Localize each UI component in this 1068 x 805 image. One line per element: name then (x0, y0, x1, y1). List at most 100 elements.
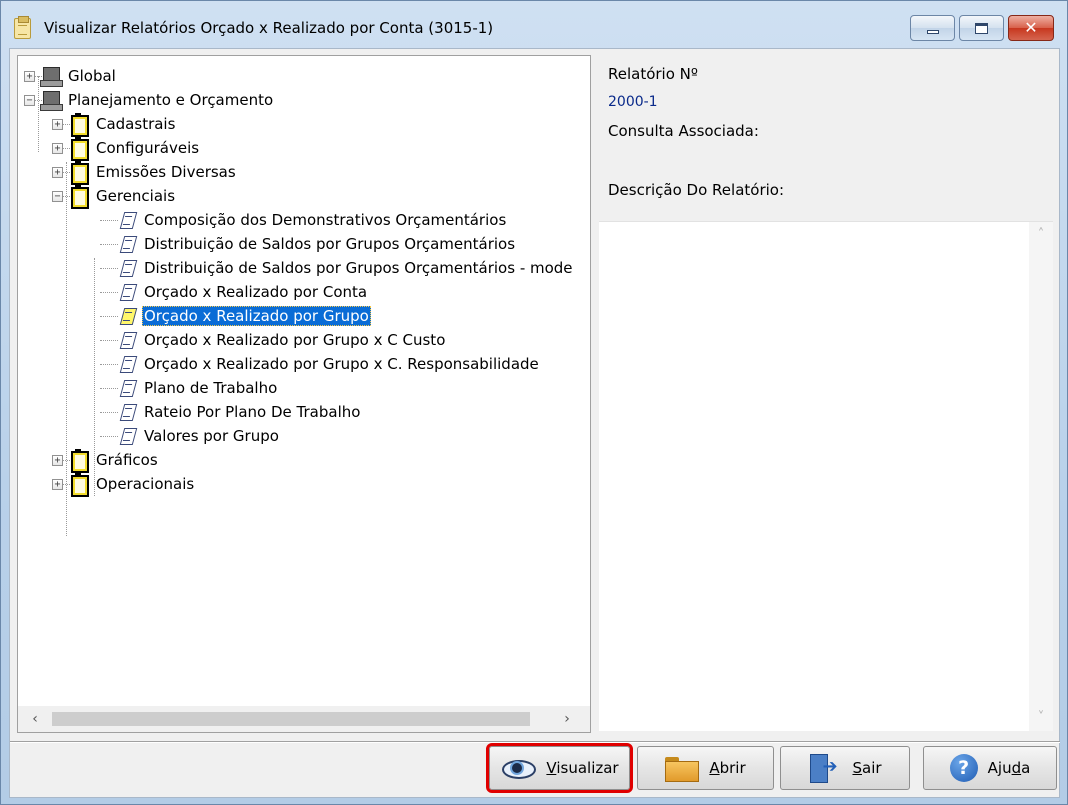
report-number-value: 2000-1 (608, 94, 658, 110)
tree-item-label: Distribuição de Saldos por Grupos Orçame… (144, 235, 516, 253)
tree-connector (100, 364, 118, 365)
folder-icon (665, 755, 700, 782)
scroll-right-icon[interactable]: › (558, 710, 576, 728)
tree-connector (100, 268, 118, 269)
report-icon (118, 426, 138, 446)
expand-icon[interactable]: + (52, 479, 63, 490)
sair-label: Sair (852, 759, 882, 777)
close-icon: ✕ (1024, 18, 1038, 37)
tree-item[interactable]: Orçado x Realizado por Grupo (118, 304, 371, 328)
exit-icon (808, 753, 842, 783)
clipboard-icon (68, 449, 90, 473)
tree-item[interactable]: Gráficos (68, 448, 160, 473)
tree-item[interactable]: Distribuição de Saldos por Grupos Orçame… (118, 232, 517, 256)
tree-item[interactable]: Orçado x Realizado por Grupo x C. Respon… (118, 352, 541, 376)
ajuda-label: Ajuda (987, 759, 1031, 777)
report-number-label: Relatório Nº (608, 65, 698, 83)
tree-item[interactable]: Rateio Por Plano De Trabalho (118, 400, 362, 424)
title-bar[interactable]: Visualizar Relatórios Orçado x Realizado… (1, 1, 1067, 53)
tree-item[interactable]: Emissões Diversas (68, 160, 238, 185)
tree-item[interactable]: Operacionais (68, 472, 196, 497)
tree-item-label: Global (68, 67, 116, 85)
clipboard-icon (68, 185, 90, 209)
ajuda-button[interactable]: ? Ajuda (923, 746, 1057, 790)
tree-item-label: Cadastrais (96, 115, 176, 133)
computer-icon (40, 66, 63, 87)
tree-item[interactable]: Global (40, 64, 118, 88)
tree-connector (100, 244, 118, 245)
report-icon (118, 210, 138, 230)
tree-item-label: Valores por Grupo (144, 427, 279, 445)
tree-guide-line (94, 258, 95, 496)
tree-item[interactable]: Gerenciais (68, 184, 177, 209)
tree-connector (100, 340, 118, 341)
tree-connector (100, 220, 118, 221)
scroll-left-icon[interactable]: ‹ (26, 710, 44, 728)
horizontal-scrollbar[interactable]: ‹ › (18, 706, 590, 732)
report-tree-panel: + Global − Planejamento e Orçamento + Cadastr… (17, 55, 591, 733)
sair-button[interactable]: Sair (780, 746, 910, 790)
tree-connector (100, 436, 118, 437)
tree-item[interactable]: Valores por Grupo (118, 424, 281, 448)
report-icon (118, 402, 138, 422)
tree-item[interactable]: Cadastrais (68, 112, 177, 137)
expand-icon[interactable]: + (24, 71, 35, 82)
report-tree[interactable]: + Global − Planejamento e Orçamento + Cadastr… (18, 56, 590, 706)
tree-item-label: Orçado x Realizado por Grupo (142, 306, 371, 326)
tree-item-label: Composição dos Demonstrativos Orçamentár… (144, 211, 507, 229)
eye-icon (500, 757, 537, 779)
window-title: Visualizar Relatórios Orçado x Realizado… (44, 19, 494, 37)
tree-item-label: Distribuição de Saldos por Grupos Orçame… (144, 259, 573, 277)
tree-guide-line (38, 76, 39, 152)
close-button[interactable]: ✕ (1008, 15, 1054, 41)
scroll-up-icon[interactable]: ˄ (1032, 226, 1050, 244)
clipboard-icon (68, 137, 90, 161)
report-icon (118, 282, 138, 302)
tree-item[interactable]: Distribuição de Saldos por Grupos Orçame… (118, 256, 575, 280)
tree-item-label: Orçado x Realizado por Grupo x C Custo (144, 331, 446, 349)
tree-item[interactable]: Planejamento e Orçamento (40, 88, 275, 112)
expand-icon[interactable]: + (52, 167, 63, 178)
tree-guide-line (66, 162, 67, 536)
minimize-icon (926, 30, 939, 34)
minimize-button[interactable] (910, 15, 955, 41)
tree-item[interactable]: Plano de Trabalho (118, 376, 279, 400)
tree-item-label: Operacionais (96, 475, 195, 493)
collapse-icon[interactable]: − (52, 191, 63, 202)
app-window: Visualizar Relatórios Orçado x Realizado… (0, 0, 1068, 805)
report-icon (118, 354, 138, 374)
expand-icon[interactable]: + (52, 119, 63, 130)
tree-item-label: Orçado x Realizado por Conta (144, 283, 368, 301)
tree-item-label: Configuráveis (96, 139, 200, 157)
scroll-thumb[interactable] (52, 712, 530, 726)
expand-icon[interactable]: + (52, 455, 63, 466)
report-icon (118, 306, 138, 326)
vertical-scrollbar[interactable]: ˄ ˅ (1029, 222, 1053, 731)
scroll-down-icon[interactable]: ˅ (1032, 709, 1050, 727)
tree-connector (100, 292, 118, 293)
app-clipboard-icon (14, 16, 31, 39)
maximize-icon (975, 22, 988, 34)
expand-icon[interactable]: + (52, 143, 63, 154)
tree-connector (100, 412, 118, 413)
tree-item[interactable]: Composição dos Demonstrativos Orçamentár… (118, 208, 508, 232)
tree-item[interactable]: Orçado x Realizado por Conta (118, 280, 369, 304)
tree-item-label: Gráficos (96, 451, 158, 469)
tree-connector (100, 316, 118, 317)
abrir-label: Abrir (709, 759, 746, 777)
abrir-button[interactable]: Abrir (637, 746, 774, 790)
query-label: Consulta Associada: (608, 122, 759, 140)
maximize-button[interactable] (959, 15, 1004, 41)
clipboard-icon (68, 473, 90, 497)
collapse-icon[interactable]: − (24, 95, 35, 106)
tree-item-label: Plano de Trabalho (144, 379, 278, 397)
tree-item[interactable]: Orçado x Realizado por Grupo x C Custo (118, 328, 447, 352)
tree-item[interactable]: Configuráveis (68, 136, 201, 161)
visualizar-label: Visualizar (546, 759, 619, 777)
visualizar-button[interactable]: Visualizar (486, 743, 633, 793)
tree-connector (100, 388, 118, 389)
tree-item-label: Planejamento e Orçamento (68, 91, 274, 109)
report-icon (118, 258, 138, 278)
description-text-area[interactable]: ˄ ˅ (599, 221, 1053, 731)
clipboard-icon (68, 161, 90, 185)
